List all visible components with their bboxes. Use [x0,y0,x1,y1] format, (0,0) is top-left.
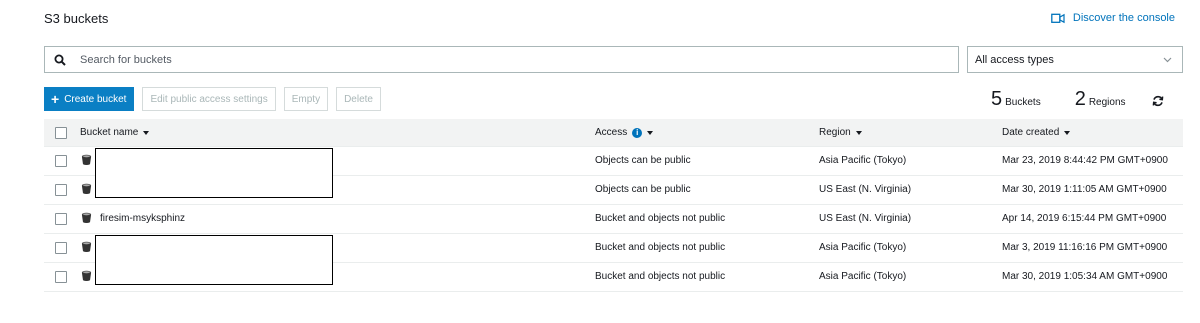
bucket-icon [81,270,92,282]
empty-button[interactable]: Empty [283,87,329,111]
row-checkbox[interactable] [55,271,67,283]
column-date-label: Date created [1002,127,1060,138]
bucket-icon [81,212,92,224]
access-cell: Bucket and objects not public [595,242,726,253]
table-row[interactable]: Bucket and objects not public Asia Pacif… [44,263,1183,292]
chevron-down-icon [1163,57,1172,62]
date-cell: Mar 3, 2019 11:16:16 PM GMT+0900 [1002,242,1168,253]
edit-public-access-button[interactable]: Edit public access settings [142,87,276,111]
search-bar[interactable] [44,46,959,73]
sort-caret-icon [855,130,862,135]
sort-caret-icon [1064,130,1071,135]
page-title: S3 buckets [44,11,109,26]
bucket-name[interactable]: firesim-msyksphinz [100,213,185,224]
sort-caret-icon [143,130,150,135]
row-checkbox[interactable] [55,213,67,225]
s3-buckets-page: S3 buckets Discover the console All acce… [0,0,1200,323]
date-cell: Mar 30, 2019 1:11:05 AM GMT+0900 [1002,184,1167,195]
row-checkbox[interactable] [55,242,67,254]
row-checkbox[interactable] [55,184,67,196]
regions-label: Regions [1088,97,1126,108]
row-checkbox[interactable] [55,155,67,167]
access-type-value: All access types [975,53,1054,66]
date-cell: Mar 30, 2019 1:05:34 AM GMT+0900 [1002,271,1168,282]
region-cell: Asia Pacific (Tokyo) [819,271,907,282]
column-access-label: Access [595,127,628,138]
region-cell: US East (N. Virginia) [819,184,912,195]
bucket-stats: 5 Buckets 2 Regions [991,88,1126,111]
video-camera-icon [1051,13,1065,23]
region-cell: Asia Pacific (Tokyo) [819,242,907,253]
toolbar: + Create bucket Edit public access setti… [44,87,381,111]
column-date-created[interactable]: Date created [1002,127,1071,138]
bucket-icon [81,241,92,253]
table-row[interactable]: firesim-msyksphinz Bucket and objects no… [44,205,1183,234]
column-bucket-name[interactable]: Bucket name [80,127,150,138]
access-type-select[interactable]: All access types [967,46,1183,73]
plus-icon: + [51,91,60,107]
date-cell: Apr 14, 2019 6:15:44 PM GMT+0900 [1002,213,1167,224]
table-row[interactable]: Bucket and objects not public Asia Pacif… [44,234,1183,285]
search-input[interactable] [78,52,958,67]
info-icon[interactable]: i [632,127,643,138]
access-cell: Objects can be public [595,184,691,195]
bucket-icon [81,154,92,166]
access-cell: Objects can be public [595,155,691,166]
discover-console-link[interactable]: Discover the console [1051,12,1175,24]
buckets-count: 5 [991,88,1003,110]
column-region-label: Region [819,127,851,138]
create-bucket-button[interactable]: + Create bucket [44,87,135,111]
sort-caret-icon [647,130,654,135]
buckets-label: Buckets [1005,97,1041,108]
column-bucket-name-label: Bucket name [80,127,139,138]
access-cell: Bucket and objects not public [595,271,726,282]
refresh-icon[interactable] [1152,95,1164,107]
bucket-icon [81,183,92,195]
table-row[interactable]: Objects can be public US East (N. Virgin… [44,176,1183,205]
region-cell: US East (N. Virginia) [819,213,912,224]
region-cell: Asia Pacific (Tokyo) [819,155,907,166]
select-all-checkbox[interactable] [55,127,67,139]
discover-console-label: Discover the console [1072,12,1175,24]
create-bucket-label: Create bucket [64,93,127,105]
access-cell: Bucket and objects not public [595,213,726,224]
date-cell: Mar 23, 2019 8:44:42 PM GMT+0900 [1002,155,1168,166]
column-region[interactable]: Region [819,127,862,138]
delete-button[interactable]: Delete [336,87,381,111]
table-row[interactable]: Objects can be public Asia Pacific (Toky… [44,147,1183,198]
column-access[interactable]: Access i [595,127,654,138]
search-icon [54,54,68,66]
regions-count: 2 [1074,88,1086,110]
table-header: Bucket name Access i Region Date created [44,119,1183,147]
